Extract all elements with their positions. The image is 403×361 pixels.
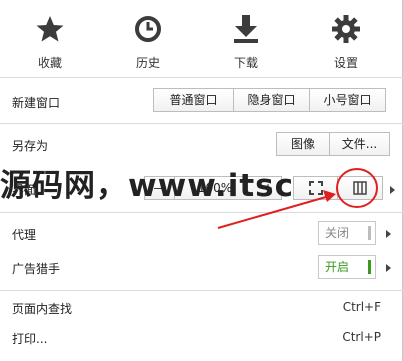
browser-main-menu: 收藏 历史 下载 设置 新建窗口 普通窗口 隐身窗口 小号窗口 另存为 图像 文… (0, 0, 403, 361)
annotation-arrow-head (323, 190, 336, 202)
annotation-arrow-line (217, 196, 327, 229)
highlight-circle (336, 168, 378, 208)
annotation-overlay (217, 168, 378, 229)
